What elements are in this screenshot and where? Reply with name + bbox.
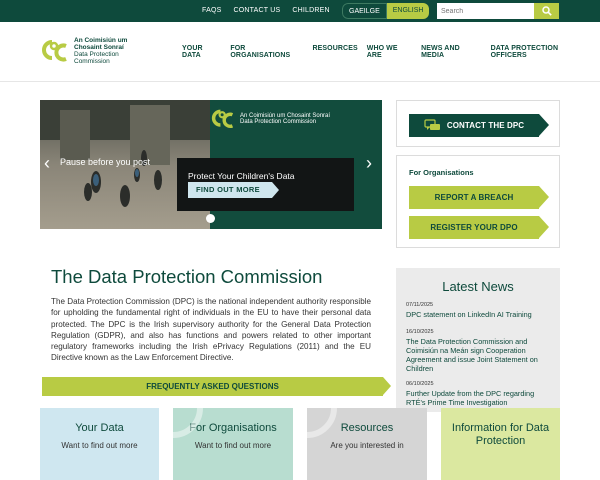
logo-line: Commission [74, 58, 110, 65]
contact-the-dpc-content: CONTACT THE DPC [424, 114, 524, 137]
language-switch: GAEILGE ENGLISH [342, 3, 430, 19]
hero-promo-box: Protect Your Children's Data FIND OUT MO… [177, 158, 354, 211]
chat-icon [424, 118, 440, 130]
tile-resources[interactable]: Resources Are you interested in [307, 408, 427, 480]
dpc-logo-mark-icon [211, 109, 234, 128]
logo-line: Chosaint Sonraí [74, 44, 124, 51]
tile-title: Your Data [75, 422, 124, 434]
page-title: The Data Protection Commission [51, 266, 323, 287]
news-date: 06/10/2025 [406, 381, 434, 387]
tile-subtitle: Want to find out more [194, 441, 272, 450]
pause-caption: Pause before you post [60, 157, 151, 167]
news-title[interactable]: Further Update from the DPC regarding RT… [406, 389, 554, 407]
search-box [437, 3, 559, 19]
find-out-more-button[interactable]: FIND OUT MORE [188, 182, 279, 198]
news-date: 07/11/2025 [406, 302, 434, 308]
nav-who-we-are[interactable]: WHO WE ARE [367, 45, 412, 59]
tile-title: Information for Data Protection [451, 422, 550, 447]
hero-logo-line: Data Protection Commission [240, 119, 317, 125]
nav-for-organisations[interactable]: FOR ORGANISATIONS [230, 45, 303, 59]
promo-title: Protect Your Children's Data [188, 171, 295, 181]
contact-panel: CONTACT THE DPC [396, 100, 560, 147]
news-item[interactable]: 06/10/2025 Further Update from the DPC r… [406, 381, 554, 407]
children-link[interactable]: CHILDREN [286, 0, 335, 22]
intro-paragraph: The Data Protection Commission (DPC) is … [51, 297, 371, 363]
hero-logo-text: An Coimisiún um Chosaint Sonraí Data Pro… [240, 113, 330, 126]
nav-resources[interactable]: RESOURCES [312, 45, 357, 59]
news-title[interactable]: The Data Protection Commission and Coimi… [406, 337, 554, 373]
carousel-dot[interactable] [206, 214, 215, 223]
tile-your-data[interactable]: Your Data Want to find out more [40, 408, 159, 480]
carousel-prev-arrow[interactable]: ‹ [44, 154, 50, 172]
search-button[interactable] [534, 3, 559, 19]
register-your-dpo-button[interactable]: REGISTER YOUR DPO [409, 216, 549, 239]
news-title[interactable]: DPC statement on LinkedIn AI Training [406, 310, 554, 319]
nav-your-data[interactable]: YOUR DATA [182, 45, 221, 59]
dpc-logo[interactable]: An Coimisiún um Chosaint Sonraí Data Pro… [40, 37, 127, 65]
faq-button[interactable]: FREQUENTLY ASKED QUESTIONS [42, 377, 391, 396]
english-toggle[interactable]: ENGLISH [386, 3, 430, 19]
latest-news-heading: Latest News [442, 279, 514, 294]
news-item[interactable]: 07/11/2025 DPC statement on LinkedIn AI … [406, 302, 554, 319]
news-item[interactable]: 16/10/2025 The Data Protection Commissio… [406, 329, 554, 373]
contact-us-link[interactable]: CONTACT US [227, 0, 286, 22]
tile-information-for-dpos[interactable]: Information for Data Protection [441, 408, 560, 480]
site-header: An Coimisiún um Chosaint Sonraí Data Pro… [0, 22, 600, 82]
logo-line: An Coimisiún um [74, 37, 128, 44]
dpc-logo-mark-icon [42, 40, 67, 62]
for-organisations-heading: For Organisations [409, 168, 474, 177]
utility-links: FAQS CONTACT US CHILDREN [196, 0, 336, 22]
for-organisations-panel: For Organisations REPORT A BREACH REGIST… [396, 155, 560, 248]
logo-line: Data Protection [74, 51, 119, 58]
faqs-link[interactable]: FAQS [196, 0, 227, 22]
tile-subtitle: Are you interested in [330, 441, 404, 450]
utility-bar: FAQS CONTACT US CHILDREN GAEILGE ENGLISH [0, 0, 600, 22]
news-date: 16/10/2025 [406, 329, 434, 335]
tile-subtitle: Want to find out more [61, 441, 138, 450]
hero-logo: An Coimisiún um Chosaint Sonraí Data Pro… [210, 107, 330, 131]
nav-data-protection-officers[interactable]: DATA PROTECTION OFFICERS [491, 45, 591, 59]
logo-text: An Coimisiún um Chosaint Sonraí Data Pro… [74, 37, 127, 65]
contact-the-dpc-button[interactable]: CONTACT THE DPC [409, 114, 549, 137]
tile-for-organisations[interactable]: For Organisations Want to find out more [173, 408, 293, 480]
search-icon [541, 6, 552, 16]
nav-news-and-media[interactable]: NEWS AND MEDIA [421, 45, 482, 59]
latest-news-panel: Latest News 07/11/2025 DPC statement on … [396, 268, 560, 412]
report-a-breach-button[interactable]: REPORT A BREACH [409, 186, 549, 209]
contact-the-dpc-label: CONTACT THE DPC [446, 121, 525, 130]
gaeilge-toggle[interactable]: GAEILGE [342, 3, 387, 19]
main-nav: YOUR DATA FOR ORGANISATIONS RESOURCES WH… [182, 45, 600, 59]
carousel-next-arrow[interactable]: › [366, 154, 372, 172]
search-input[interactable] [437, 3, 534, 19]
